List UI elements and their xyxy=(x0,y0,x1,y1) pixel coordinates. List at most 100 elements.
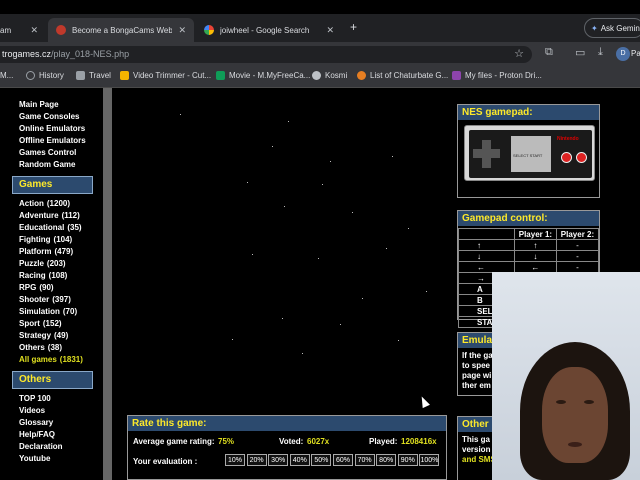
sidebar-category-link[interactable]: Adventure (112) xyxy=(19,211,80,220)
table-cell: ↑ xyxy=(458,239,515,251)
rate-game-box: Rate this game: Average game rating: 75%… xyxy=(127,415,447,480)
tab-partial[interactable]: am ✕ xyxy=(0,18,46,42)
rating-option-button[interactable]: 10% xyxy=(225,454,245,466)
tab-google-search[interactable]: joiwheel - Google Search ✕ xyxy=(196,18,342,42)
rating-option-button[interactable]: 90% xyxy=(397,454,418,466)
close-icon[interactable]: ✕ xyxy=(178,25,186,36)
bookmark-label: M... xyxy=(0,71,14,80)
bookmark-label: Kosmi xyxy=(325,71,348,80)
category-label: Strategy xyxy=(19,331,52,340)
tab-title: am xyxy=(0,25,12,35)
sidebar-link[interactable]: Game Consoles xyxy=(19,112,79,121)
sidebar-category-link[interactable]: Action (1200) xyxy=(19,199,70,208)
category-label: Fighting xyxy=(19,235,51,244)
rating-option-button[interactable]: 30% xyxy=(268,454,289,466)
folder-icon xyxy=(76,71,85,80)
bookmark-proton-drive[interactable]: My files - Proton Dri... xyxy=(452,71,542,80)
sidebar-category-link[interactable]: Simulation (70) xyxy=(19,307,77,316)
star-pixel xyxy=(284,206,285,207)
category-label: All games xyxy=(19,355,57,364)
table-cell: ↓ xyxy=(458,250,515,262)
table-row: ← ← - xyxy=(458,261,600,273)
sidebar-category-link[interactable]: Strategy (49) xyxy=(19,331,68,340)
url-field[interactable]: trogames.cz/play_018-NES.php ☆ xyxy=(0,46,532,63)
bookmark-video-trimmer[interactable]: Video Trimmer - Cut... xyxy=(120,71,211,80)
table-cell: ← xyxy=(513,261,557,273)
col-player1: Player 1: xyxy=(513,228,557,240)
sidebar-other-link[interactable]: Glossary xyxy=(19,418,53,427)
download-icon[interactable]: ⤓ xyxy=(598,46,603,59)
rating-option-button[interactable]: 40% xyxy=(289,454,310,466)
sidebar-category-link[interactable]: Racing (108) xyxy=(19,271,67,280)
sidebar-link[interactable]: Random Game xyxy=(19,160,75,169)
rating-option-button[interactable]: 70% xyxy=(354,454,375,466)
table-cell: ↑ xyxy=(513,239,557,251)
sidebar-other-link[interactable]: Videos xyxy=(19,406,45,415)
played-label: Played: xyxy=(369,437,398,446)
star-pixel xyxy=(252,254,253,255)
sidebar-link[interactable]: Online Emulators xyxy=(19,124,85,133)
bookmark-label: List of Chaturbate G... xyxy=(370,71,449,80)
close-icon[interactable]: ✕ xyxy=(30,25,38,36)
rating-option-button[interactable]: 80% xyxy=(376,454,397,466)
bookmark-kosmi[interactable]: Kosmi xyxy=(312,71,347,80)
category-label: Shooter xyxy=(19,295,50,304)
sidebar-category-link[interactable]: Fighting (104) xyxy=(19,235,72,244)
sidebar-category-link[interactable]: Platform (479) xyxy=(19,247,73,256)
controller-face: SELECT START Nintendo xyxy=(469,130,592,178)
sidebar-category-link[interactable]: RPG (90) xyxy=(19,283,54,292)
sidebar-other-link[interactable]: Help/FAQ xyxy=(19,430,55,439)
sidebar-category-link[interactable]: Shooter (397) xyxy=(19,295,71,304)
rating-option-button[interactable]: 50% xyxy=(311,454,332,466)
sidebar-link[interactable]: Games Control xyxy=(19,148,76,157)
rating-option-button[interactable]: 60% xyxy=(333,454,353,466)
bookmark-travel[interactable]: Travel xyxy=(76,71,111,80)
bookmark-star-icon[interactable]: ☆ xyxy=(514,46,524,63)
category-count: (49) xyxy=(54,331,69,340)
sidebar-category-link[interactable]: Puzzle (203) xyxy=(19,259,66,268)
rating-option-button[interactable]: 100% xyxy=(419,454,440,466)
profile-name: Pa xyxy=(631,49,640,58)
sidebar-category-link[interactable]: All games (1831) xyxy=(19,355,83,364)
nintendo-logo: Nintendo xyxy=(557,136,579,142)
box-heading: NES gamepad: xyxy=(458,105,599,120)
url-domain: trogames.cz xyxy=(2,49,52,59)
sidebar-other-link[interactable]: TOP 100 xyxy=(19,394,51,403)
sidebar-category-link[interactable]: Educational (35) xyxy=(19,223,82,232)
category-label: RPG xyxy=(19,283,37,292)
category-count: (104) xyxy=(53,235,73,244)
extensions-icon[interactable]: ⧉ xyxy=(545,46,553,59)
sidebar-link[interactable]: Main Page xyxy=(19,100,59,109)
star-pixel xyxy=(398,340,399,341)
dpad-icon xyxy=(473,149,500,158)
sidebar-category-link[interactable]: Sport (152) xyxy=(19,319,62,328)
col-player2: Player 2: xyxy=(555,228,600,240)
bookmark-movie[interactable]: Movie - M.MyFreeCa... xyxy=(216,71,310,80)
close-icon[interactable]: ✕ xyxy=(326,25,334,36)
chaturbate-icon xyxy=(357,71,366,80)
tab-bongacams[interactable]: Become a BongaCams Webcam ✕ xyxy=(48,18,194,42)
bookmark-chaturbate[interactable]: List of Chaturbate G... xyxy=(357,71,448,80)
sidebar-other-link[interactable]: Youtube xyxy=(19,454,50,463)
category-label: Racing xyxy=(19,271,46,280)
new-tab-button[interactable]: + xyxy=(350,20,357,34)
star-pixel xyxy=(247,182,248,183)
star-pixel xyxy=(362,298,363,299)
profile-avatar[interactable]: D xyxy=(616,47,630,61)
nes-gamepad-box: NES gamepad: SELECT START Nintendo xyxy=(457,104,600,198)
sidebar-toggle-icon[interactable]: ▭ xyxy=(575,46,585,59)
voted-label: Voted: xyxy=(279,437,304,446)
bookmark-history[interactable]: History xyxy=(26,71,64,80)
rating-option-button[interactable]: 20% xyxy=(246,454,267,466)
category-count: (112) xyxy=(61,211,80,220)
sidebar-link[interactable]: Offline Emulators xyxy=(19,136,86,145)
bookmark-label: Movie - M.MyFreeCa... xyxy=(229,71,311,80)
sidebar-other-link[interactable]: Declaration xyxy=(19,442,63,451)
table-cell: ↓ xyxy=(513,250,557,262)
select-start-text: SELECT START xyxy=(513,153,543,158)
sidebar-category-link[interactable]: Others (38) xyxy=(19,343,62,352)
star-pixel xyxy=(340,324,341,325)
ask-gemini-button[interactable]: ✦ Ask Gemini xyxy=(584,18,640,38)
games-heading: Games xyxy=(12,176,93,194)
bookmark-item[interactable]: M... xyxy=(0,71,13,80)
